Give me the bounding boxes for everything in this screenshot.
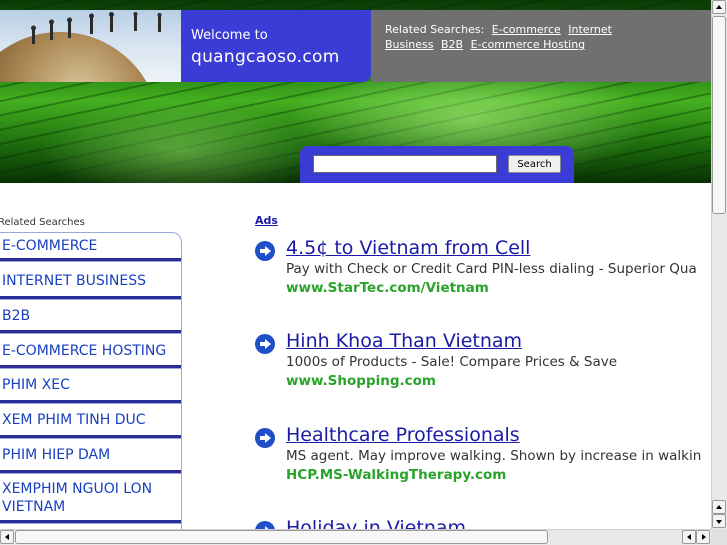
sidebar-item-xem-phim-tinh-duc[interactable]: XEM PHIM TINH DUC <box>0 403 182 438</box>
sidebar-item-ecommerce[interactable]: E-COMMERCE <box>0 232 182 261</box>
page-viewport: Welcome to quangcaoso.com Related Search… <box>0 0 711 529</box>
scroll-up-icon[interactable] <box>712 0 726 14</box>
arrow-right-circle-icon[interactable] <box>255 334 275 354</box>
ad-description: 1000s of Products - Sale! Compare Prices… <box>286 354 618 370</box>
scroll-right-icon[interactable] <box>696 530 710 544</box>
related-link-ecommerce-hosting[interactable]: E-commerce Hosting <box>471 38 586 51</box>
related-searches-list: E-COMMERCE INTERNET BUSINESS B2B E-COMME… <box>0 232 182 529</box>
related-link-ecommerce[interactable]: E-commerce <box>492 23 561 36</box>
search-panel: Search <box>300 146 574 183</box>
scroll-left-icon[interactable] <box>0 530 14 544</box>
related-searches-label: Related Searches: <box>385 23 485 36</box>
arrow-right-circle-icon[interactable] <box>255 241 275 261</box>
arrow-right-circle-icon[interactable] <box>255 428 275 448</box>
ad-description: Pay with Check or Credit Card PIN-less d… <box>286 261 697 277</box>
scrollbar-corner <box>711 529 727 545</box>
ad-title-link[interactable]: Healthcare Professionals <box>286 424 520 446</box>
top-related-searches: Related Searches: E-commerce Internet Bu… <box>371 10 711 82</box>
horizontal-scroll-thumb[interactable] <box>15 530 548 544</box>
scroll-down-icon[interactable] <box>712 514 726 528</box>
sidebar-item-internet-business[interactable]: INTERNET BUSINESS <box>0 261 182 299</box>
search-input[interactable] <box>313 155 497 173</box>
ad-title-link[interactable]: 4.5¢ to Vietnam from Cell <box>286 237 530 259</box>
related-link-internet[interactable]: Internet <box>568 23 612 36</box>
sidebar-item-phim-xec[interactable]: PHIM XEC <box>0 368 182 403</box>
search-button[interactable]: Search <box>508 155 561 173</box>
related-link-b2b[interactable]: B2B <box>441 38 463 51</box>
ads-label[interactable]: Ads <box>255 214 278 227</box>
globe-image <box>0 10 181 82</box>
vertical-scroll-thumb[interactable] <box>712 16 726 214</box>
ad-url-link[interactable]: www.StarTec.com/Vietnam <box>286 280 489 296</box>
scroll-up-icon[interactable] <box>712 500 726 514</box>
sidebar-item-xemphim-nguoi-lon-vietnam[interactable]: XEMPHIM NGUOI LON VIETNAM <box>0 473 182 523</box>
arrow-right-circle-icon[interactable] <box>255 521 275 529</box>
ad-url-link[interactable]: HCP.MS-WalkingTherapy.com <box>286 467 506 483</box>
people-figures-image <box>31 12 162 44</box>
welcome-box: Welcome to quangcaoso.com <box>181 10 371 82</box>
sidebar-item-b2b[interactable]: B2B <box>0 299 182 333</box>
ad-title-link[interactable]: Hinh Khoa Than Vietnam <box>286 330 522 352</box>
ad-description: MS agent. May improve walking. Shown by … <box>286 448 702 464</box>
sidebar-item-ecommerce-hosting[interactable]: E-COMMERCE HOSTING <box>0 333 182 368</box>
scroll-left-icon[interactable] <box>682 530 696 544</box>
sidebar-heading: Related Searches <box>0 217 85 228</box>
ad-title-link[interactable]: Holiday in Vietnam <box>286 517 466 529</box>
welcome-text: Welcome to <box>191 28 268 43</box>
ad-url-link[interactable]: www.Shopping.com <box>286 373 436 389</box>
related-link-business[interactable]: Business <box>385 38 434 51</box>
sidebar-item-phim-hiep-dam[interactable]: PHIM HIEP DAM <box>0 438 182 473</box>
site-name: quangcaoso.com <box>191 47 340 67</box>
